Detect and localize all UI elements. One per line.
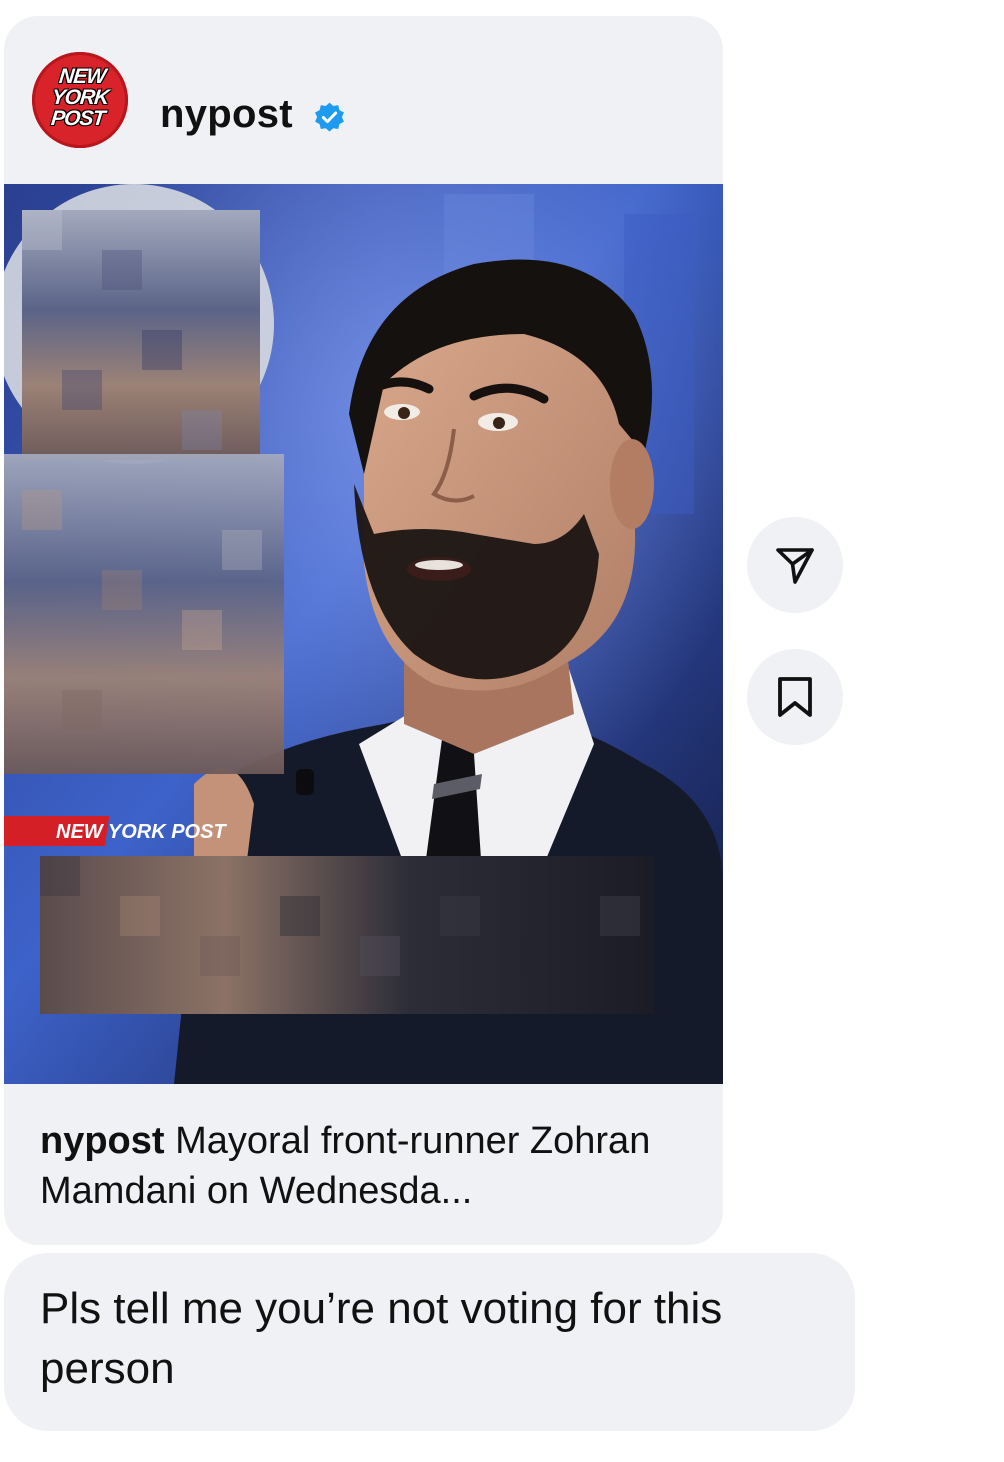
save-button[interactable]	[747, 649, 843, 745]
caption-username: nypost	[40, 1120, 165, 1162]
nypost-avatar[interactable]: NEW YORK POST	[32, 52, 128, 148]
avatar-logo-text: NEW YORK POST	[29, 65, 132, 130]
avatar-logo-line: YORK	[50, 86, 110, 109]
message-text: Pls tell me you’re not voting for this p…	[40, 1284, 723, 1393]
verified-badge-icon	[315, 102, 344, 132]
avatar-logo-line: POST	[49, 107, 106, 130]
post-photo: NEW YORK POST	[4, 184, 723, 1084]
message-bubble[interactable]: Pls tell me you’re not voting for this p…	[4, 1253, 855, 1431]
bookmark-icon	[778, 677, 812, 717]
paper-plane-icon	[776, 548, 814, 584]
svg-text:NEW YORK POST: NEW YORK POST	[56, 821, 227, 843]
pixelated-inset-photo	[4, 184, 284, 774]
post-image[interactable]: NEW YORK POST	[4, 184, 723, 1084]
pixelated-headline	[40, 856, 654, 1014]
post-header[interactable]: NEW YORK POST nypost	[4, 16, 723, 184]
avatar-logo-line: NEW	[57, 65, 107, 88]
nypost-lower-third-label: NEW YORK POST	[4, 816, 227, 846]
shared-post-card[interactable]: NEW YORK POST nypost NEW YORK POST nypos…	[4, 16, 723, 1245]
post-username[interactable]: nypost	[160, 92, 293, 137]
post-caption[interactable]: nypost Mayoral front-runner Zohran Mamda…	[40, 1116, 700, 1216]
share-button[interactable]	[747, 517, 843, 613]
